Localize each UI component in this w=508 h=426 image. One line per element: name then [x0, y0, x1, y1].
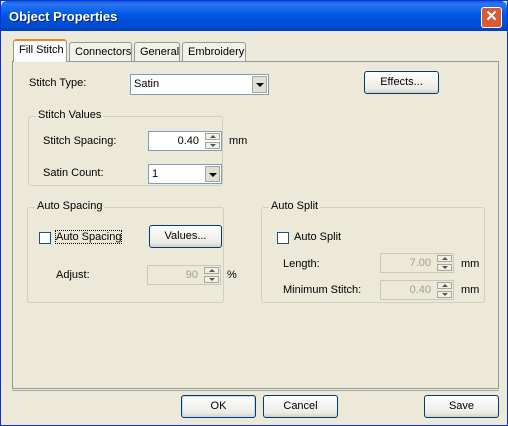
close-icon[interactable]: ✕	[481, 7, 502, 28]
chevron-down-icon[interactable]	[252, 76, 267, 93]
stitch-type-select[interactable]: Satin	[130, 74, 269, 95]
stitch-spacing-stepper[interactable]: 0.40	[148, 131, 222, 151]
effects-button[interactable]: Effects...	[364, 71, 439, 94]
minimum-stitch-label: Minimum Stitch:	[283, 284, 362, 296]
tab-embroidery[interactable]: Embroidery	[182, 42, 246, 61]
auto-spacing-checkbox-label[interactable]: Auto Spacing	[54, 230, 123, 244]
stitch-values-legend: Stitch Values	[36, 109, 104, 121]
spin-down-icon[interactable]	[205, 142, 220, 149]
stitch-type-value: Satin	[134, 78, 160, 90]
minimum-stitch-value: 0.40	[409, 284, 431, 296]
chevron-down-icon[interactable]	[205, 166, 220, 182]
auto-split-legend: Auto Split	[269, 200, 321, 212]
auto-split-group: Auto Split Auto Split Length: 7.00 mm Mi…	[261, 200, 485, 303]
auto-spacing-group: Auto Spacing Auto Spacing Values... Adju…	[27, 200, 237, 303]
satin-count-label: Satin Count:	[43, 167, 104, 179]
values-button[interactable]: Values...	[149, 225, 222, 248]
adjust-unit: %	[227, 269, 237, 281]
ok-button[interactable]: OK	[181, 395, 256, 418]
satin-count-value: 1	[152, 168, 159, 180]
save-button[interactable]: Save	[424, 395, 499, 418]
stitch-spacing-value: 0.40	[177, 135, 199, 147]
length-label: Length:	[283, 258, 320, 270]
tab-label: Embroidery	[188, 46, 245, 58]
auto-spacing-checkbox[interactable]	[39, 232, 51, 244]
satin-count-select[interactable]: 1	[148, 164, 222, 184]
auto-split-checkbox-label[interactable]: Auto Split	[294, 231, 341, 243]
auto-spacing-legend: Auto Spacing	[35, 200, 105, 212]
stitch-spacing-unit: mm	[229, 135, 248, 147]
stitch-values-group: Stitch Values Stitch Spacing: 0.40 mm Sa…	[28, 109, 247, 186]
fill-stitch-panel: Stitch Type: Satin Effects... Stitch Val…	[12, 61, 499, 389]
spin-down-icon	[437, 264, 452, 271]
adjust-value: 90	[185, 269, 198, 281]
stitch-spacing-label: Stitch Spacing:	[43, 135, 117, 147]
title-bar[interactable]: Object Properties ✕	[1, 1, 507, 31]
minimum-stitch-unit: mm	[461, 284, 480, 296]
spin-up-icon	[437, 255, 452, 262]
length-stepper: 7.00	[380, 253, 454, 273]
cancel-button[interactable]: Cancel	[263, 395, 338, 418]
spin-down-icon	[437, 291, 452, 298]
tab-general[interactable]: General	[134, 42, 180, 61]
spin-up-icon[interactable]	[205, 133, 220, 140]
stitch-type-label: Stitch Type:	[29, 77, 87, 89]
spin-down-icon	[204, 276, 219, 283]
footer-divider	[12, 390, 499, 391]
spin-up-icon	[204, 267, 219, 274]
object-properties-dialog: Object Properties ✕ Fill Stitch Connecto…	[0, 0, 508, 426]
adjust-stepper: 90	[147, 265, 221, 285]
spin-up-icon	[437, 282, 452, 289]
tab-label: Fill Stitch	[19, 44, 64, 56]
window-title: Object Properties	[9, 9, 118, 24]
tab-connectors[interactable]: Connectors	[69, 42, 132, 61]
tab-fill-stitch[interactable]: Fill Stitch	[13, 39, 67, 62]
minimum-stitch-stepper: 0.40	[380, 280, 454, 300]
tab-label: General	[140, 46, 180, 58]
adjust-label: Adjust:	[56, 269, 90, 281]
length-unit: mm	[461, 258, 480, 270]
tab-label: Connectors	[75, 46, 132, 58]
length-value: 7.00	[409, 257, 431, 269]
auto-split-checkbox[interactable]	[277, 232, 289, 244]
